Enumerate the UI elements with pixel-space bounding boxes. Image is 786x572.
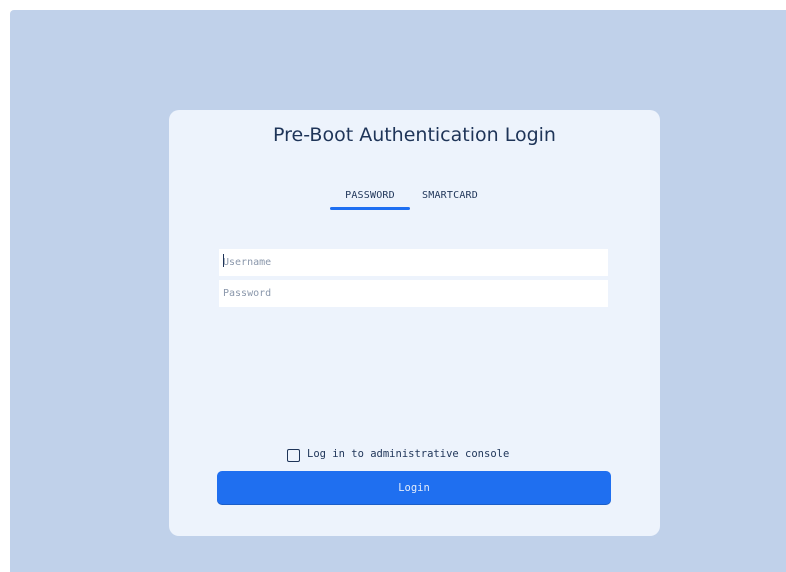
- text-caret: [223, 254, 224, 267]
- admin-console-checkbox[interactable]: [287, 449, 300, 462]
- login-card: Pre-Boot Authentication Login PASSWORD S…: [169, 110, 660, 536]
- auth-method-tabs: PASSWORD SMARTCARD: [169, 188, 660, 212]
- page-title: Pre-Boot Authentication Login: [273, 124, 556, 146]
- admin-console-label[interactable]: Log in to administrative console: [307, 447, 509, 461]
- preboot-screen: Pre-Boot Authentication Login PASSWORD S…: [10, 10, 786, 572]
- tab-smartcard[interactable]: SMARTCARD: [413, 188, 487, 210]
- login-button[interactable]: Login: [217, 471, 611, 504]
- password-input[interactable]: [219, 280, 608, 307]
- active-tab-indicator: [330, 207, 410, 210]
- username-input[interactable]: [219, 249, 608, 276]
